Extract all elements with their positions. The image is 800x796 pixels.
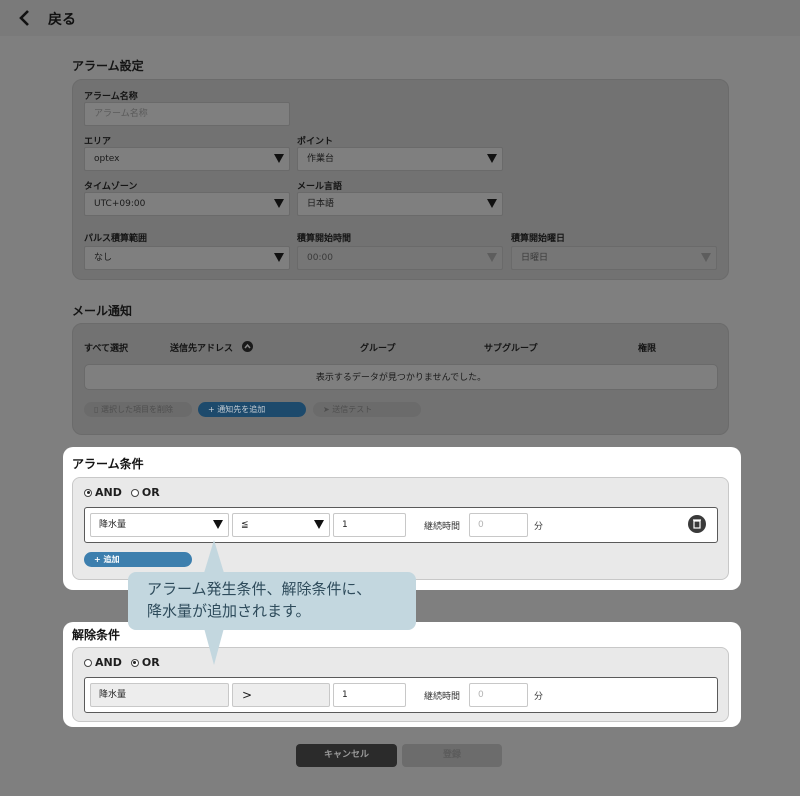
delete-row-icon[interactable]	[688, 515, 706, 533]
duration-label: 継続時間	[424, 522, 461, 532]
cancel-button[interactable]: キャンセル	[296, 744, 397, 767]
mail-language-value: 日本語	[307, 199, 335, 209]
register-button[interactable]: 登録	[402, 744, 502, 767]
send-test-button[interactable]: ➤ 送信テスト	[313, 402, 421, 417]
start-time-value: 00:00	[307, 253, 333, 263]
duration-input[interactable]: 0	[469, 683, 528, 707]
dropdown-arrow-icon	[314, 520, 324, 529]
timezone-label: タイムゾーン	[84, 182, 138, 192]
alarm-settings-title: アラーム設定	[72, 59, 144, 73]
point-select[interactable]: 作業台	[297, 147, 503, 171]
dropdown-arrow-icon	[213, 520, 223, 529]
group-header: グループ	[360, 344, 396, 354]
dropdown-arrow-icon	[274, 154, 284, 163]
condition-item-select[interactable]: 降水量	[90, 513, 229, 537]
trash-icon: ▯	[94, 405, 101, 414]
send-icon: ➤	[323, 405, 333, 414]
start-day-select[interactable]: 日曜日	[511, 246, 717, 270]
condition-operator-select[interactable]: ≦	[232, 513, 330, 537]
duration-label: 継続時間	[424, 692, 461, 702]
release-logic-radios: AND OR	[84, 656, 160, 669]
plus-icon: +	[208, 405, 218, 414]
condition-operator-value: ≦	[241, 520, 249, 530]
dropdown-arrow-icon	[274, 199, 284, 208]
dropdown-arrow-icon	[701, 253, 711, 262]
start-day-value: 日曜日	[521, 253, 549, 263]
alarm-logic-radios: AND OR	[84, 486, 160, 499]
release-item-field: 降水量	[90, 683, 229, 707]
mail-language-select[interactable]: 日本語	[297, 192, 503, 216]
timezone-value: UTC+09:00	[94, 199, 146, 209]
chevron-left-icon[interactable]	[18, 9, 32, 27]
start-time-label: 積算開始時間	[297, 234, 352, 244]
duration-unit: 分	[534, 692, 544, 702]
callout-tooltip: アラーム発生条件、解除条件に、 降水量が追加されます。	[128, 572, 416, 630]
or-radio[interactable]	[130, 658, 139, 667]
or-radio[interactable]	[130, 488, 139, 497]
empty-table-message: 表示するデータが見つかりませんでした。	[84, 364, 718, 390]
point-value: 作業台	[307, 154, 335, 164]
dropdown-arrow-icon	[487, 199, 497, 208]
start-day-label: 積算開始曜日	[511, 234, 566, 244]
release-value-input[interactable]: 1	[333, 683, 406, 707]
pulse-range-select[interactable]: なし	[84, 246, 290, 270]
delete-selected-button[interactable]: ▯ 選択した項目を削除	[84, 402, 192, 417]
and-radio[interactable]	[84, 658, 92, 667]
select-all-header[interactable]: すべて選択	[84, 341, 128, 354]
sort-up-icon[interactable]	[242, 341, 253, 352]
top-bar: 戻る	[0, 0, 800, 36]
duration-unit: 分	[534, 522, 544, 532]
release-operator-field: >	[232, 683, 330, 707]
add-condition-button[interactable]: + 追加	[84, 552, 192, 567]
mail-language-label: メール言語	[297, 182, 343, 192]
alarm-conditions-title: アラーム条件	[72, 457, 144, 471]
area-value: optex	[94, 154, 120, 164]
dropdown-arrow-icon	[274, 253, 284, 262]
duration-input[interactable]: 0	[469, 513, 528, 537]
subgroup-header: サブグループ	[484, 344, 538, 354]
address-header[interactable]: 送信先アドレス	[170, 341, 233, 354]
back-button[interactable]: 戻る	[48, 9, 76, 29]
condition-item-value: 降水量	[99, 520, 127, 530]
dropdown-arrow-icon	[487, 253, 497, 262]
area-select[interactable]: optex	[84, 147, 290, 171]
plus-icon: +	[94, 555, 104, 564]
timezone-select[interactable]: UTC+09:00	[84, 192, 290, 216]
pulse-range-label: パルス積算範囲	[84, 234, 148, 244]
alarm-name-input[interactable]: アラーム名称	[84, 102, 290, 126]
release-conditions-title: 解除条件	[72, 628, 121, 642]
add-recipient-button[interactable]: + 通知先を追加	[198, 402, 306, 417]
mail-notify-title: メール通知	[72, 304, 133, 318]
callout-line-1: アラーム発生条件、解除条件に、	[147, 580, 372, 598]
point-label: ポイント	[297, 137, 334, 147]
start-time-select[interactable]: 00:00	[297, 246, 503, 270]
callout-line-2: 降水量が追加されます。	[147, 602, 311, 620]
alarm-name-label: アラーム名称	[84, 92, 138, 102]
permission-header: 権限	[638, 344, 657, 354]
and-radio[interactable]	[84, 488, 92, 497]
area-label: エリア	[84, 137, 112, 147]
condition-value-input[interactable]: 1	[333, 513, 406, 537]
dropdown-arrow-icon	[487, 154, 497, 163]
pulse-range-value: なし	[94, 253, 113, 263]
